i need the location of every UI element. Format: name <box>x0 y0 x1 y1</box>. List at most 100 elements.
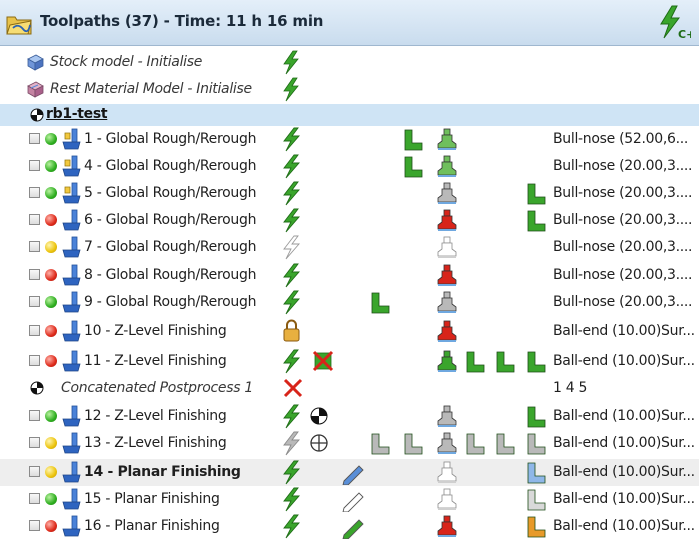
group-row-rb1-test[interactable]: rb1-test <box>0 104 699 126</box>
toolpath-label: 14 - Planar Finishing <box>84 464 241 480</box>
toolpath-checkbox[interactable] <box>29 493 40 504</box>
tool-description: Ball-end (10.00)Sur... <box>553 353 695 369</box>
toolpath-icon <box>62 350 81 372</box>
toolpath-row[interactable]: 13 - Z-Level Finishing Ball-end (10.00)Su… <box>0 430 699 457</box>
tool-holder-icon <box>437 209 457 231</box>
toolpath-checkbox[interactable] <box>29 296 40 307</box>
calculate-icon[interactable] <box>281 487 303 512</box>
edit-pencil-icon[interactable] <box>340 488 366 512</box>
toolpath-row[interactable]: 5 - Global Rough/Rerough Bull-nose (20.00… <box>0 180 699 207</box>
toolpath-label: 5 - Global Rough/Rerough <box>84 185 257 201</box>
concat-postprocess-row[interactable]: Concatenated Postprocess 1 1 4 5 <box>0 375 699 402</box>
calculate-icon[interactable] <box>281 50 301 75</box>
calculate-icon[interactable] <box>281 208 303 233</box>
tool-holder-icon <box>437 236 457 258</box>
toolpath-icon <box>62 236 81 258</box>
toolpath-row[interactable]: 7 - Global Rough/Rerough Bull-nose (20.00… <box>0 234 699 261</box>
calculate-icon[interactable] <box>281 154 303 179</box>
calculate-icon[interactable] <box>281 514 303 539</box>
toolpath-checkbox[interactable] <box>29 133 40 144</box>
toolpath-label: 7 - Global Rough/Rerough <box>84 239 257 255</box>
tool-holder-icon <box>437 515 457 537</box>
toolpath-icon <box>62 461 81 483</box>
calculate-icon[interactable] <box>281 263 303 288</box>
toolpath-explorer: Toolpaths (37) - Time: 11 h 16 min C+ St… <box>0 0 699 544</box>
toolpath-row[interactable]: 6 - Global Rough/Rerough Bull-nose (20.00… <box>0 207 699 234</box>
concat-values: 1 4 5 <box>553 380 588 396</box>
toolpath-icon <box>62 405 81 427</box>
tool-holder-icon <box>437 488 457 510</box>
toolpath-label: 4 - Global Rough/Rerough <box>84 158 257 174</box>
rest-material-row[interactable]: Rest Material Model - Initialise <box>0 76 699 103</box>
toolpath-checkbox[interactable] <box>29 187 40 198</box>
status-red-icon <box>45 325 57 337</box>
locked-icon[interactable] <box>281 319 303 344</box>
toolpath-checkbox[interactable] <box>29 241 40 252</box>
toolpath-checkbox[interactable] <box>29 214 40 225</box>
edit-pencil-icon[interactable] <box>340 461 366 485</box>
tool-holder-icon <box>437 291 457 313</box>
tool-description: Bull-nose (52.00,6... <box>553 131 689 147</box>
pattern-icon <box>496 351 515 373</box>
toolpath-row[interactable]: 10 - Z-Level Finishing Ball-end (10.00)Su… <box>0 318 699 345</box>
tool-description: Ball-end (10.00)Sur... <box>553 435 695 451</box>
status-red-icon <box>45 520 57 532</box>
toolpath-folder-icon <box>6 16 32 35</box>
toolpath-row[interactable]: 4 - Global Rough/Rerough Bull-nose (20.00… <box>0 153 699 180</box>
toolpath-row[interactable]: 8 - Global Rough/Rerough Bull-nose (20.00… <box>0 262 699 289</box>
calculate-icon[interactable] <box>281 290 303 315</box>
toolpath-row[interactable]: 11 - Z-Level Finishing Ball-end (10.00)Su… <box>0 348 699 375</box>
toolpath-label: 1 - Global Rough/Rerough <box>84 131 257 147</box>
concat-label: Concatenated Postprocess 1 <box>61 380 253 396</box>
toolpath-row[interactable]: 1 - Global Rough/Rerough Bull-nose (52.00… <box>0 126 699 153</box>
toolpath-label: 9 - Global Rough/Rerough <box>84 294 257 310</box>
toolpath-row[interactable]: 14 - Planar Finishing Ball-end (10.00)Sur… <box>0 459 699 486</box>
tool-holder-icon <box>437 405 457 427</box>
tool-description: Ball-end (10.00)Sur... <box>553 491 695 507</box>
stock-model-row[interactable]: Stock model - Initialise <box>0 49 699 76</box>
toolpath-checkbox[interactable] <box>29 437 40 448</box>
tool-description: Bull-nose (20.00,3.... <box>553 212 693 228</box>
edit-pencil-icon[interactable] <box>340 515 366 539</box>
toolpath-row[interactable]: 16 - Planar Finishing Ball-end (10.00)Sur… <box>0 513 699 540</box>
tool-holder-icon <box>437 350 457 372</box>
toolpath-checkbox[interactable] <box>29 520 40 531</box>
toolpath-checkbox[interactable] <box>29 466 40 477</box>
calculate-icon[interactable] <box>281 349 303 374</box>
toolpath-checkbox[interactable] <box>29 160 40 171</box>
toolpath-icon <box>62 488 81 510</box>
toolpath-label: 16 - Planar Finishing <box>84 518 220 534</box>
status-red-icon <box>45 355 57 367</box>
boundary-icon <box>527 183 546 205</box>
postprocess-icon <box>30 108 44 122</box>
toolpath-checkbox[interactable] <box>29 325 40 336</box>
calculate-icon[interactable] <box>281 404 303 429</box>
toolpath-label: 12 - Z-Level Finishing <box>84 408 227 424</box>
calculate-icon[interactable] <box>281 235 303 260</box>
toolpath-row[interactable]: 15 - Planar Finishing Ball-end (10.00)Sur… <box>0 486 699 513</box>
invalid-x-icon <box>312 350 334 372</box>
calculate-icon[interactable] <box>281 181 303 206</box>
postprocess-icon <box>310 407 328 425</box>
toolpath-icon <box>62 128 81 150</box>
toolpath-label: 15 - Planar Finishing <box>84 491 220 507</box>
toolpath-row[interactable]: 12 - Z-Level Finishing Ball-end (10.00)Su… <box>0 403 699 430</box>
calculate-icon[interactable] <box>281 460 303 485</box>
tool-description: Bull-nose (20.00,3.... <box>553 158 693 174</box>
boundary-icon <box>527 489 546 511</box>
toolpath-icon <box>62 182 81 204</box>
status-green-icon <box>45 160 57 172</box>
group-label: rb1-test <box>46 106 108 122</box>
calculate-icon[interactable] <box>281 127 303 152</box>
toolpath-checkbox[interactable] <box>29 355 40 366</box>
toolpath-checkbox[interactable] <box>29 269 40 280</box>
toolpaths-header[interactable]: Toolpaths (37) - Time: 11 h 16 min C+ <box>0 0 699 46</box>
calculate-icon[interactable] <box>281 77 301 102</box>
calculate-all-icon[interactable]: C+ <box>657 5 691 41</box>
calculate-icon[interactable] <box>281 431 303 456</box>
status-green-icon <box>45 187 57 199</box>
toolpath-row[interactable]: 9 - Global Rough/Rerough Bull-nose (20.00… <box>0 289 699 316</box>
toolpath-icon <box>62 264 81 286</box>
toolpath-icon <box>62 515 81 537</box>
toolpath-checkbox[interactable] <box>29 410 40 421</box>
